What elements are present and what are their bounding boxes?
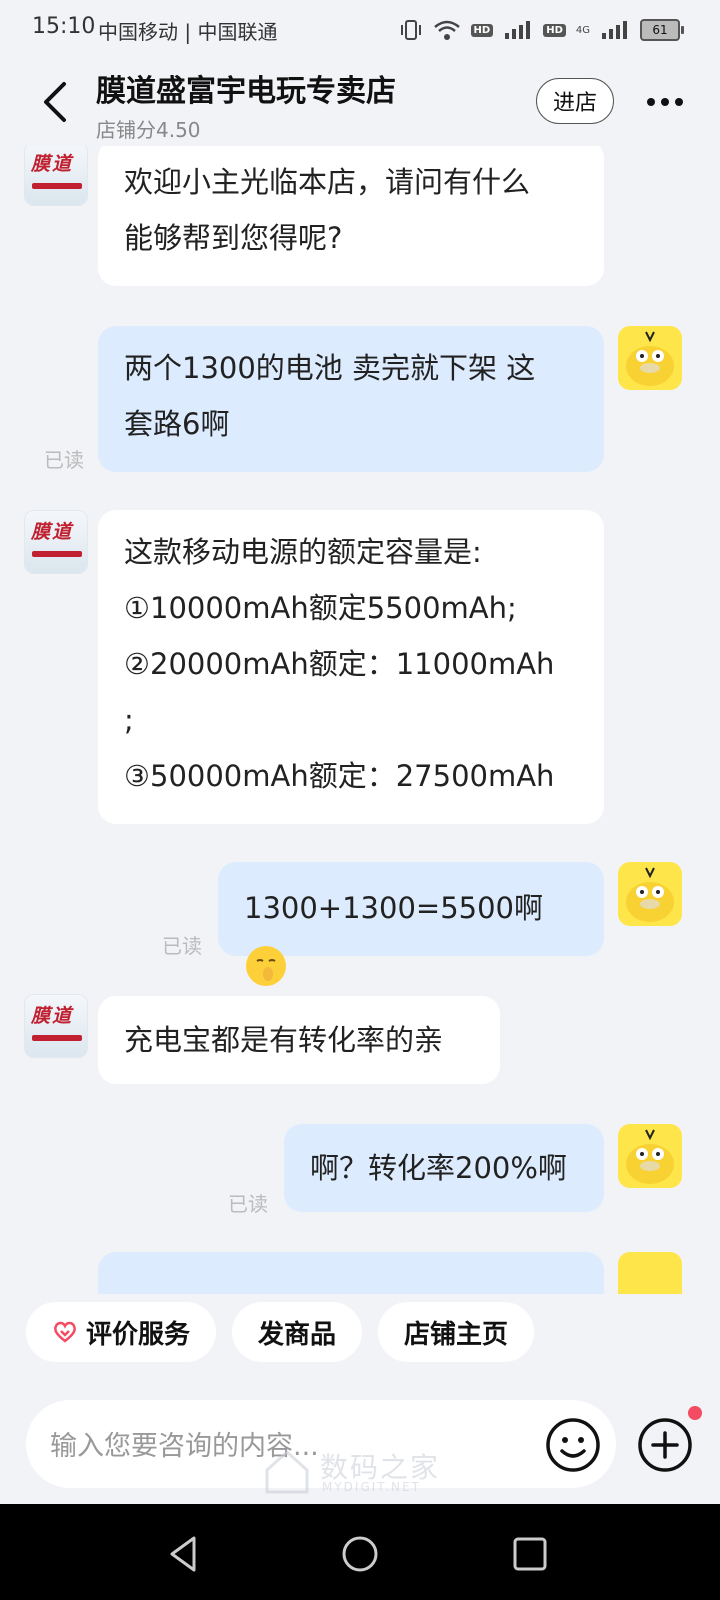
shop-avatar[interactable]: 膜道 — [24, 994, 88, 1058]
message-line: 这款移动电源的额定容量是: — [124, 535, 482, 569]
shop-avatar[interactable]: 膜道 — [24, 146, 88, 206]
shop-logo-tag — [32, 551, 82, 557]
more-actions-button[interactable] — [636, 1416, 694, 1474]
circle-home-icon — [342, 1536, 378, 1572]
chat-header: 膜道盛富宇电玩专卖店 店铺分4.50 进店 — [0, 60, 720, 146]
back-button[interactable] — [36, 80, 76, 124]
more-button[interactable] — [640, 82, 690, 122]
enter-shop-button[interactable]: 进店 — [536, 78, 614, 124]
more-dot — [675, 98, 683, 106]
send-product-button[interactable]: 发商品 — [232, 1302, 362, 1362]
message-bubble-user-partial[interactable] — [98, 1252, 604, 1294]
message-bubble-user[interactable]: 两个1300的电池 卖完就下架 这 套路6啊 — [98, 326, 604, 472]
status-time: 15:10 — [32, 14, 96, 39]
shop-logo-tag — [32, 183, 82, 189]
hd-badge: HD — [470, 23, 494, 37]
user-avatar[interactable] — [618, 1252, 682, 1294]
hd-badge-2: HD — [543, 23, 566, 37]
system-nav-bar — [0, 1504, 720, 1600]
house-logo-icon — [265, 1449, 309, 1494]
message-bubble-user[interactable]: 1300+1300=5500啊 — [218, 862, 604, 986]
shop-logo-tag — [32, 1035, 82, 1041]
duck-avatar-icon — [626, 1129, 674, 1184]
message-line: 欢迎小主光临本店，请问有什么 — [124, 165, 531, 199]
shop-score: 店铺分4.50 — [96, 118, 201, 142]
smile-icon — [546, 1418, 600, 1472]
user-avatar[interactable] — [618, 862, 682, 926]
notification-dot — [688, 1406, 702, 1420]
shop-logo: 膜道 — [31, 1005, 74, 1027]
shop-logo: 膜道 — [31, 521, 74, 543]
message-bubble-user[interactable]: 啊？转化率200%啊 — [284, 1124, 604, 1212]
watermark: 数码之家 MYDIGIT.NET — [262, 1446, 462, 1502]
message-line: 充电宝都是有转化率的亲 — [124, 1023, 444, 1057]
message-line: 1300+1300=5500啊 — [244, 891, 544, 925]
chevron-left-icon — [44, 82, 66, 122]
duck-avatar-icon — [626, 331, 674, 386]
status-bar: 15:10 中国移动 | 中国联通 HD HD 4G 61 — [0, 0, 720, 60]
triangle-back-icon — [170, 1536, 196, 1572]
message-line: 两个1300的电池 卖完就下架 这 — [124, 351, 536, 385]
message-line: 能够帮到您得呢? — [124, 221, 343, 255]
signal-icon-2 — [602, 21, 627, 39]
message-line: 套路6啊 — [124, 407, 230, 441]
network-type: 4G — [575, 24, 590, 36]
signal-icon — [505, 21, 531, 39]
nav-back-button[interactable] — [160, 1530, 208, 1578]
shop-avatar[interactable]: 膜道 — [24, 510, 88, 574]
quick-actions-bar: 评价服务 发商品 店铺主页 — [0, 1294, 720, 1370]
status-icons: HD HD 4G 61 — [399, 14, 684, 46]
read-status: 已读 — [44, 448, 84, 472]
message-bubble-shop[interactable]: 欢迎小主光临本店，请问有什么 能够帮到您得呢? — [98, 146, 604, 286]
user-avatar[interactable] — [618, 1124, 682, 1188]
read-status: 已读 — [162, 934, 202, 958]
status-carriers: 中国移动 | 中国联通 — [98, 20, 278, 44]
plus-circle-icon — [638, 1418, 692, 1472]
shushing-face-emoji-icon — [246, 946, 286, 986]
shop-home-button[interactable]: 店铺主页 — [378, 1302, 534, 1362]
user-avatar[interactable] — [618, 326, 682, 390]
heart-rate-icon — [54, 1321, 76, 1343]
message-bubble-shop[interactable]: 这款移动电源的额定容量是: ①10000mAh额定5500mAh; ②20000… — [98, 510, 604, 824]
message-line: ①10000mAh额定5500mAh; — [124, 591, 517, 625]
nav-home-button[interactable] — [336, 1530, 384, 1578]
watermark-sub: MYDIGIT.NET — [322, 1480, 421, 1494]
vibrate-icon — [400, 20, 421, 40]
emoji-button[interactable] — [544, 1416, 602, 1474]
shop-logo: 膜道 — [31, 153, 74, 175]
more-dots-icon — [647, 98, 655, 106]
more-dot — [661, 98, 669, 106]
nav-recents-button[interactable] — [506, 1530, 554, 1578]
message-line: ③50000mAh额定：27500mAh — [124, 759, 555, 793]
shop-name: 膜道盛富宇电玩专卖店 — [96, 74, 396, 109]
message-line: ②20000mAh额定：11000mAh — [124, 647, 555, 681]
square-recents-icon — [513, 1537, 547, 1571]
read-status: 已读 — [228, 1192, 268, 1216]
rate-service-button[interactable]: 评价服务 — [26, 1302, 216, 1362]
message-line: 啊？转化率200%啊 — [310, 1151, 567, 1185]
battery-icon: 61 — [640, 19, 684, 41]
message-line: ; — [124, 703, 134, 737]
duck-avatar-icon — [626, 867, 674, 922]
message-bubble-shop[interactable]: 充电宝都是有转化率的亲 — [98, 996, 500, 1084]
chat-messages[interactable]: 膜道 欢迎小主光临本店，请问有什么 能够帮到您得呢? 两个1300的电池 卖完就… — [0, 146, 720, 1294]
rate-service-label: 评价服务 — [85, 1319, 190, 1350]
wifi-icon — [433, 20, 460, 40]
